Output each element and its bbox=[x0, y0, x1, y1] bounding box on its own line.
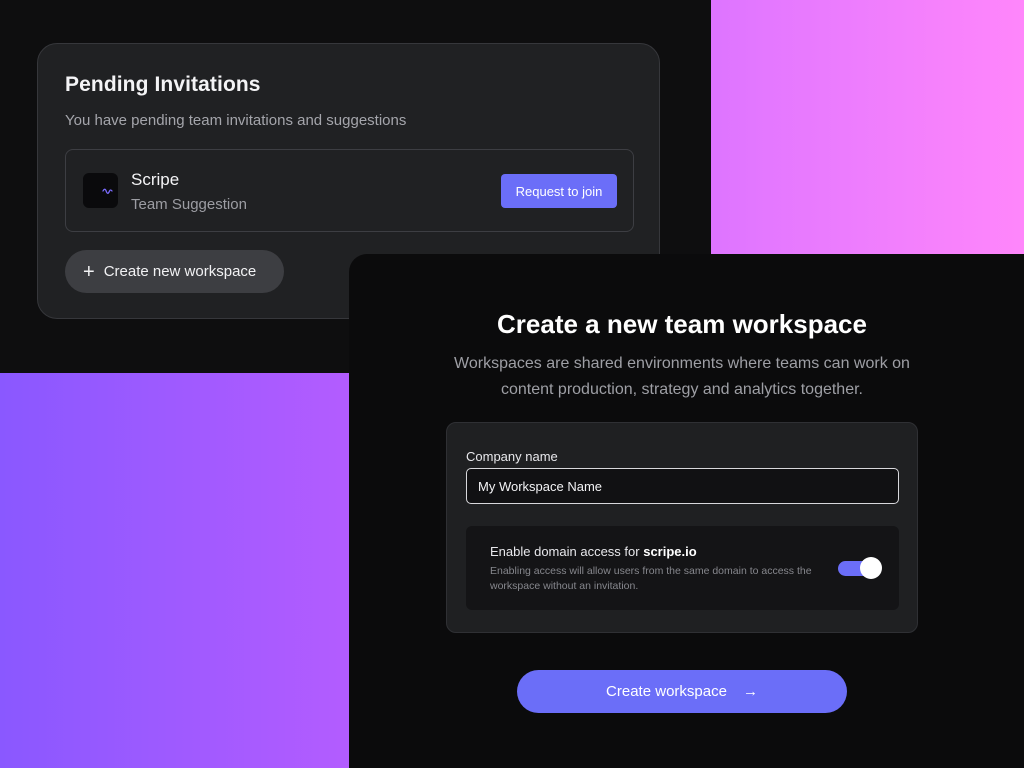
create-new-workspace-label: Create new workspace bbox=[103, 263, 257, 280]
team-suggestion-row: Scripe Team Suggestion Request to join bbox=[65, 149, 634, 232]
create-new-workspace-button[interactable]: + Create new workspace bbox=[65, 250, 284, 293]
create-workspace-label: Create workspace bbox=[606, 683, 727, 700]
soundwave-logo-icon bbox=[83, 173, 118, 208]
plus-icon: + bbox=[83, 260, 95, 283]
arrow-right-icon: → bbox=[742, 683, 758, 700]
domain-name: scripe.io bbox=[643, 544, 697, 559]
domain-access-title: Enable domain access for scripe.io bbox=[490, 544, 697, 559]
domain-access-box: Enable domain access for scripe.io Enabl… bbox=[466, 526, 899, 610]
request-to-join-button[interactable]: Request to join bbox=[501, 174, 617, 208]
invitations-subtitle: You have pending team invitations and su… bbox=[65, 112, 407, 129]
toggle-knob bbox=[860, 557, 882, 579]
company-name-input[interactable] bbox=[466, 468, 899, 504]
team-type-label: Team Suggestion bbox=[131, 196, 247, 213]
create-workspace-panel: Create a new team workspace Workspaces a… bbox=[349, 254, 1024, 768]
domain-access-toggle[interactable] bbox=[838, 557, 883, 579]
domain-access-label: Enable domain access for bbox=[490, 544, 640, 559]
domain-access-note: Enabling access will allow users from th… bbox=[490, 565, 812, 592]
workspace-form-card: Company name Enable domain access for sc… bbox=[446, 422, 918, 633]
invitations-title: Pending Invitations bbox=[65, 73, 261, 96]
page-title: Create a new team workspace bbox=[497, 309, 867, 339]
team-name: Scripe bbox=[131, 170, 180, 189]
company-name-label: Company name bbox=[466, 449, 558, 464]
page-description: Workspaces are shared environments where… bbox=[454, 355, 910, 398]
create-workspace-button[interactable]: Create workspace → bbox=[517, 670, 847, 713]
